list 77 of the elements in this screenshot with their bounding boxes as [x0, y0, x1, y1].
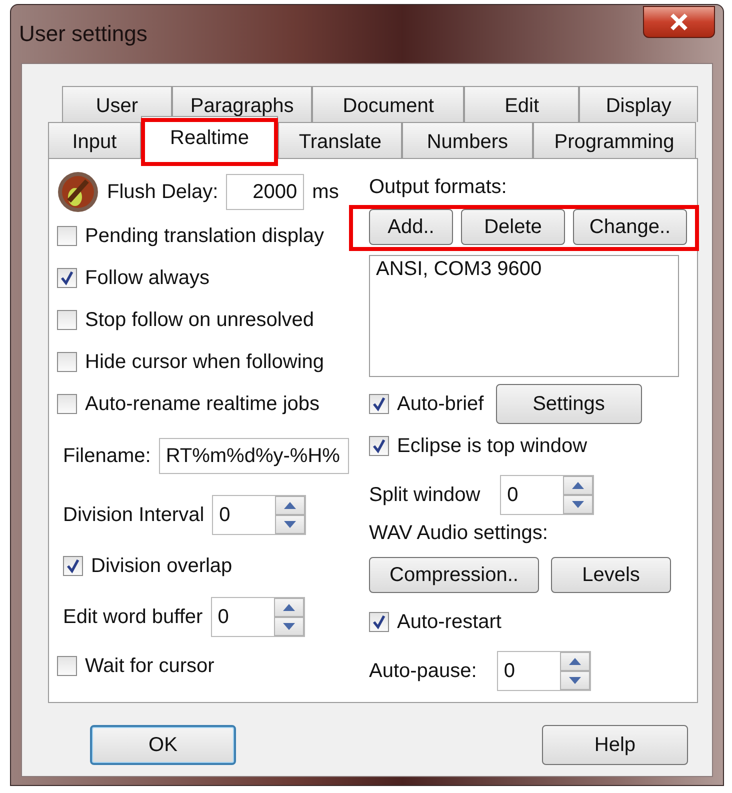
dialog-button[interactable]: Help	[542, 725, 688, 765]
close-button[interactable]	[643, 6, 715, 38]
tab[interactable]: Input	[48, 122, 141, 158]
checkbox-label: Pending translation display	[85, 224, 324, 248]
window-title: User settings	[19, 21, 148, 47]
section-label: WAV Audio settings:	[369, 522, 548, 544]
spinner-label: Edit word buffer	[63, 606, 203, 628]
spin-down-button[interactable]	[563, 495, 594, 514]
up-triangle-icon	[282, 604, 295, 611]
up-triangle-icon	[284, 502, 296, 509]
spin-down-button[interactable]	[275, 515, 306, 534]
spinner-label: Division Interval	[63, 504, 204, 526]
field-label: Filename:	[63, 444, 151, 468]
checkbox[interactable]	[57, 226, 77, 246]
push-button[interactable]: Add..	[369, 209, 453, 245]
checkbox-label: Stop follow on unresolved	[85, 308, 314, 332]
spinner-field[interactable]: 0	[496, 651, 591, 691]
checkmark-icon	[371, 438, 387, 454]
tab[interactable]: User	[62, 86, 172, 122]
down-triangle-icon	[284, 521, 296, 528]
checkbox-label: Division overlap	[91, 554, 232, 578]
checkbox[interactable]	[63, 556, 83, 576]
checkbox[interactable]	[57, 394, 77, 414]
up-triangle-icon	[572, 482, 584, 489]
spin-up-button[interactable]	[560, 652, 590, 671]
spinner-field[interactable]: 0	[210, 597, 305, 637]
down-triangle-icon	[572, 501, 584, 508]
checkbox-label: Wait for cursor	[85, 654, 214, 678]
push-button[interactable]: Levels	[551, 557, 671, 593]
push-button[interactable]: Compression..	[369, 557, 539, 593]
settings-button[interactable]: Settings	[496, 384, 642, 424]
checkbox-label: Follow always	[85, 266, 210, 290]
checkbox-label: Auto-rename realtime jobs	[85, 392, 320, 416]
checkbox-label: Hide cursor when following	[85, 350, 324, 374]
tab[interactable]: Numbers	[402, 122, 533, 158]
spin-down-button[interactable]	[274, 617, 304, 636]
down-triangle-icon	[282, 623, 295, 630]
checkbox[interactable]	[57, 352, 77, 372]
checkmark-icon	[59, 270, 75, 286]
up-triangle-icon	[568, 658, 581, 665]
checkbox-label: Auto-restart	[397, 610, 502, 634]
close-icon	[668, 13, 690, 31]
checkmark-icon	[371, 614, 387, 630]
dialog-button[interactable]: OK	[90, 725, 236, 765]
checkbox[interactable]	[57, 656, 77, 676]
checkmark-icon	[371, 396, 387, 412]
flush-delay-field[interactable]: 2000	[226, 174, 304, 210]
spinner-field[interactable]: 0	[500, 475, 594, 515]
checkbox[interactable]	[57, 268, 77, 288]
list-item[interactable]: ANSI, COM3 9600	[376, 258, 542, 281]
push-button[interactable]: Change..	[573, 209, 687, 245]
down-triangle-icon	[568, 677, 581, 684]
checkbox[interactable]	[57, 310, 77, 330]
checkbox-label: Auto-brief	[397, 392, 484, 416]
spin-up-button[interactable]	[274, 598, 304, 617]
spin-down-button[interactable]	[560, 671, 590, 690]
checkbox-label: Eclipse is top window	[397, 434, 588, 458]
spinner-label: Split window	[369, 484, 480, 506]
flush-delay-label: Flush Delay:	[107, 180, 218, 204]
unit-label: ms	[312, 180, 339, 204]
section-label: Output formats:	[369, 176, 507, 198]
flash-bulb-icon	[57, 171, 99, 213]
checkbox[interactable]	[369, 612, 389, 632]
tab[interactable]: Document	[312, 86, 464, 122]
tab[interactable]: Display	[579, 86, 698, 122]
checkmark-icon	[65, 558, 81, 574]
spinner-field[interactable]: 0	[212, 495, 306, 535]
push-button[interactable]: Delete	[461, 209, 565, 245]
checkbox[interactable]	[369, 436, 389, 456]
tab[interactable]: Translate	[278, 122, 402, 158]
tab[interactable]: Programming	[532, 122, 696, 158]
tab[interactable]: Edit	[464, 86, 580, 122]
checkbox[interactable]	[369, 394, 389, 414]
spin-up-button[interactable]	[275, 496, 306, 515]
filename-field[interactable]: RT%m%d%y-%H%	[158, 438, 349, 474]
spinner-label: Auto-pause:	[369, 660, 477, 682]
spin-up-button[interactable]	[563, 476, 594, 495]
